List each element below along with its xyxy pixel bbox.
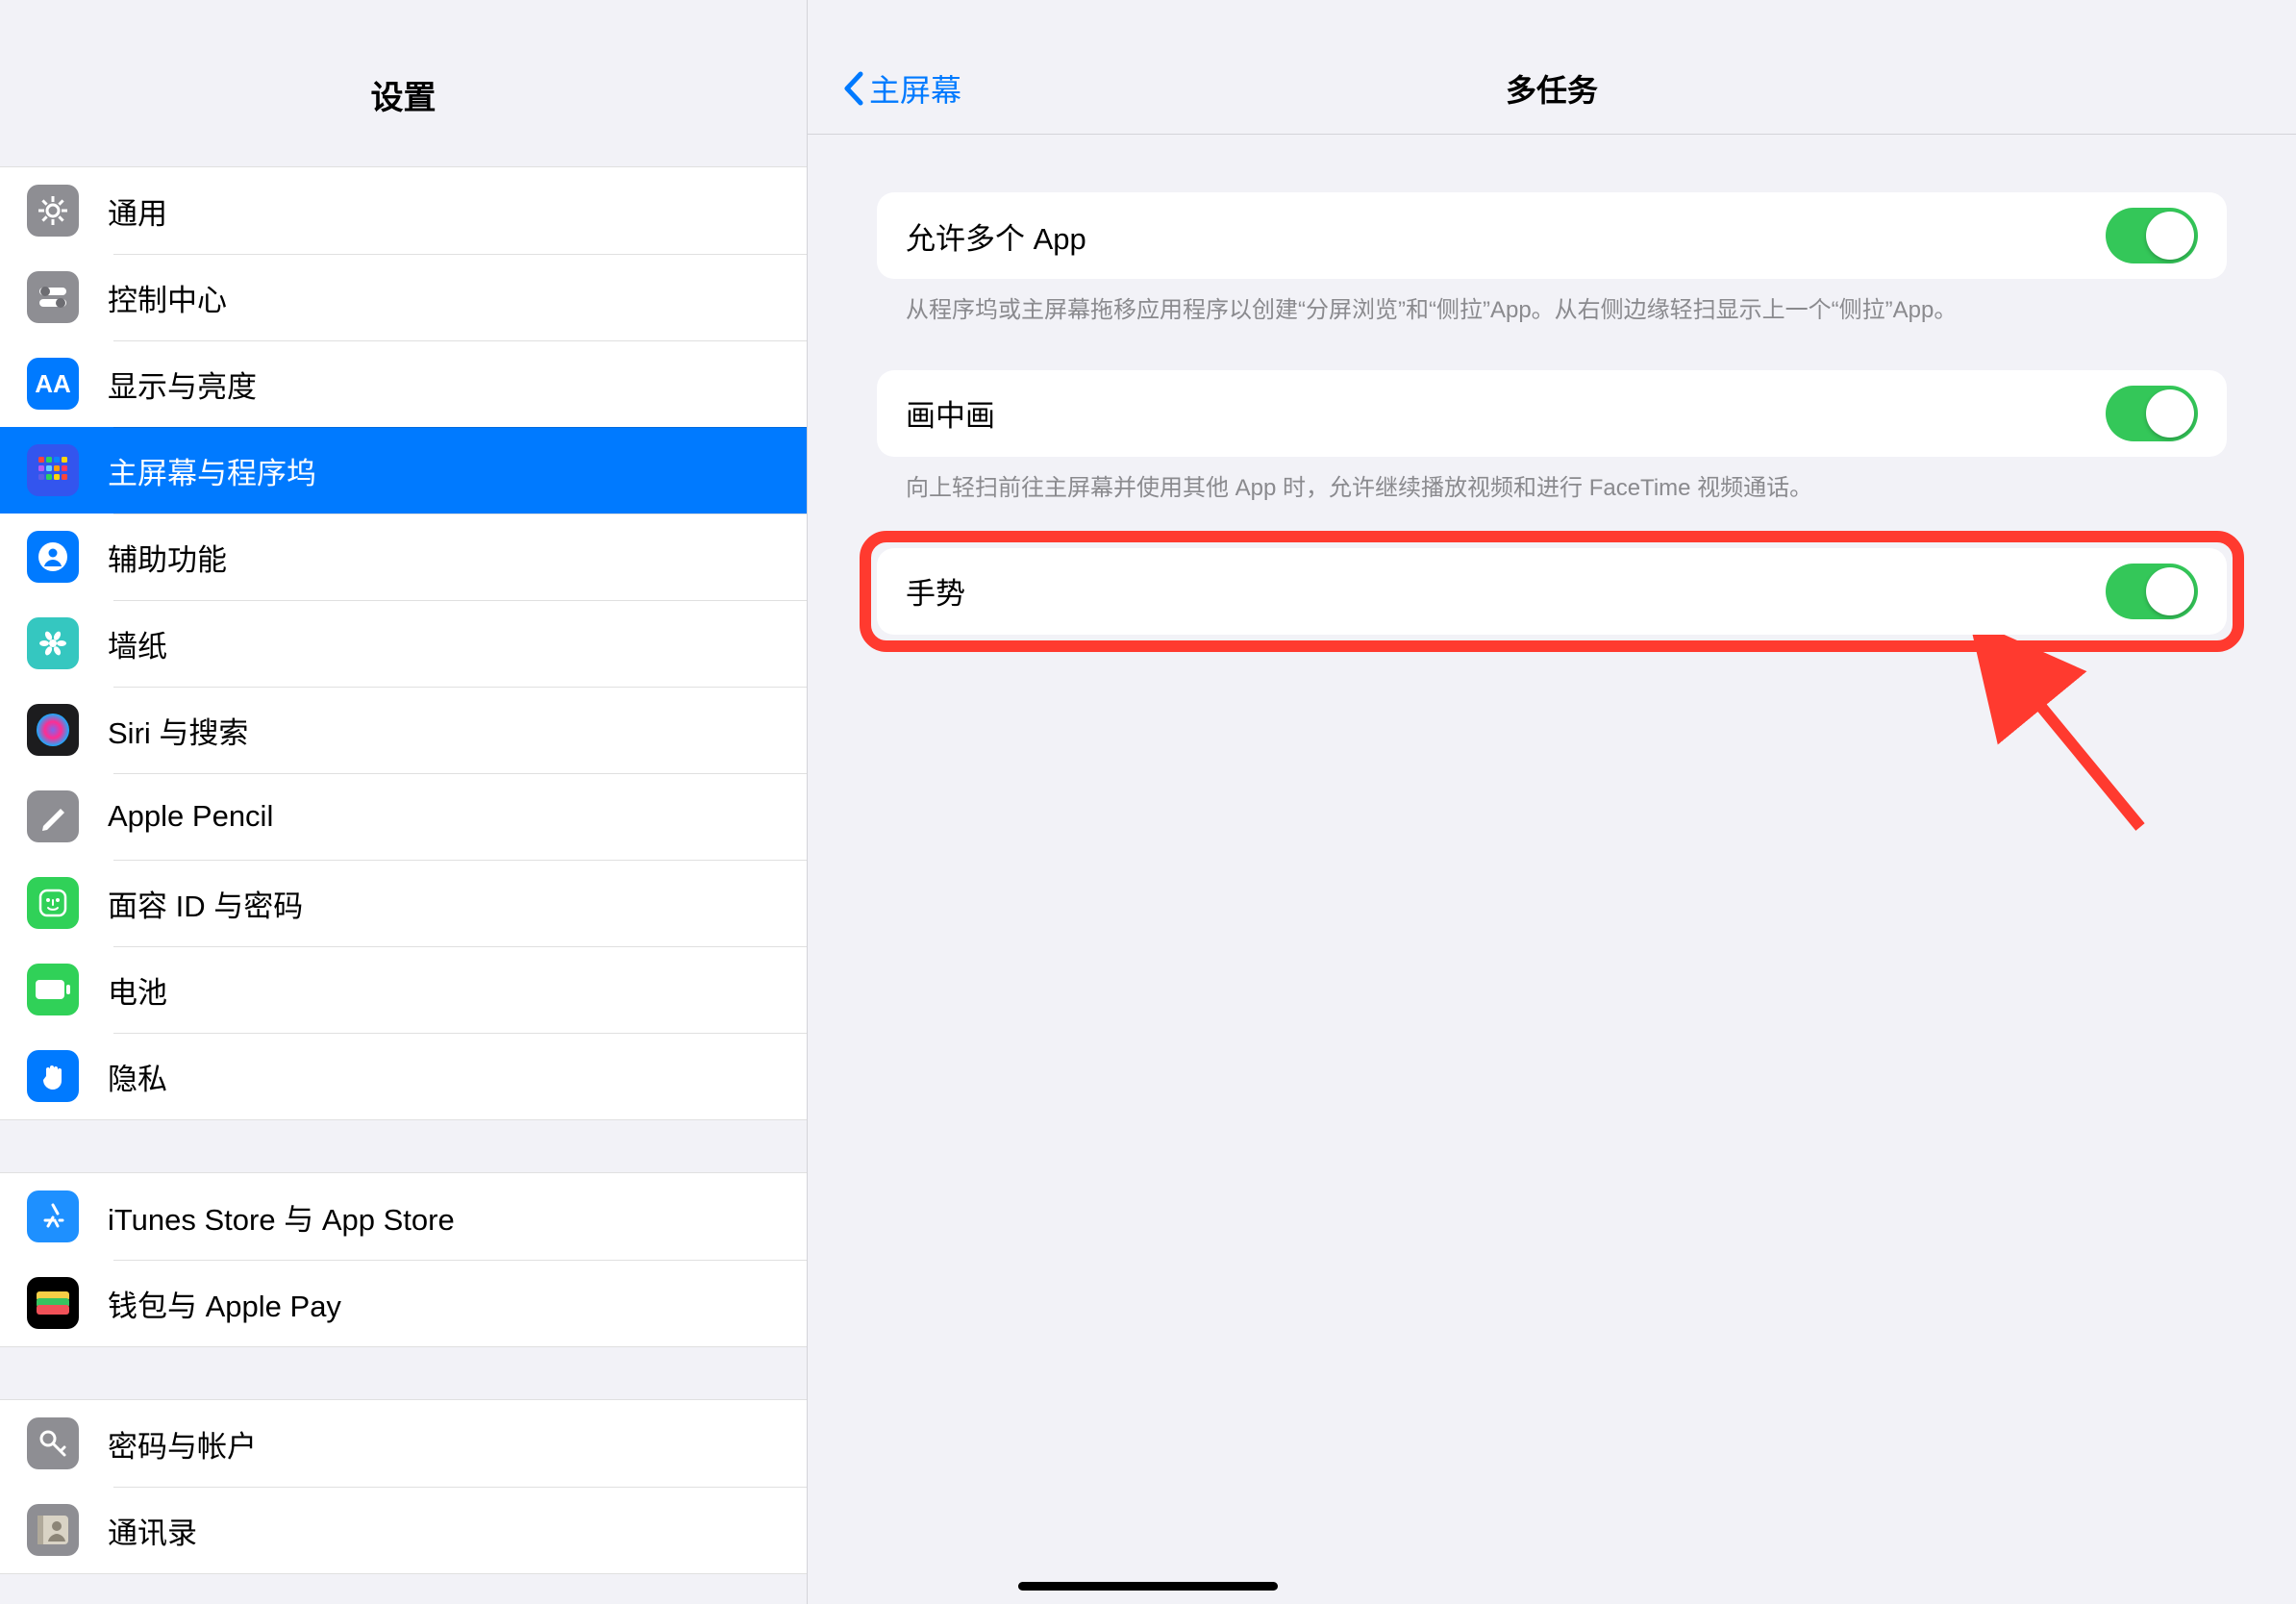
sidebar-item-label: Apple Pencil: [108, 799, 273, 834]
sidebar-item-label: 密码与帐户: [108, 1422, 257, 1466]
sidebar-item-pencil[interactable]: Apple Pencil: [0, 773, 807, 860]
privacy-icon: [27, 1050, 79, 1102]
sidebar-item-wallpaper[interactable]: 墙纸: [0, 600, 807, 687]
sidebar-item-label: 钱包与 Apple Pay: [108, 1282, 341, 1325]
sidebar-item-contacts[interactable]: 通讯录: [0, 1487, 807, 1573]
detail-header: 主屏幕 多任务: [808, 42, 2296, 135]
sidebar-item-label: 电池: [108, 968, 167, 1012]
passwords-icon: [27, 1417, 79, 1469]
sidebar-item-label: Siri 与搜索: [108, 709, 248, 752]
pencil-icon: [27, 790, 79, 842]
siri-icon: [27, 704, 79, 756]
sidebar-item-general[interactable]: 通用: [0, 167, 807, 254]
home-indicator: [1018, 1582, 1278, 1591]
detail-pane: 主屏幕 多任务 允许多个 App 从程序坞或主屏幕拖移应用程序以创建“分屏浏览”和…: [808, 0, 2296, 1604]
chevron-left-icon: [842, 71, 863, 106]
toggle-multi-app[interactable]: [2106, 208, 2198, 263]
sidebar-item-label: 通用: [108, 189, 167, 233]
setting-label: 允许多个 App: [906, 214, 1086, 258]
setting-row-gestures: 手势: [877, 548, 2227, 635]
settings-title: 设置: [0, 71, 807, 118]
battery-icon: [27, 964, 79, 1015]
sidebar-item-label: 面容 ID 与密码: [108, 882, 303, 925]
sidebar-item-faceid[interactable]: 面容 ID 与密码: [0, 860, 807, 946]
sidebar-item-itunes[interactable]: iTunes Store 与 App Store: [0, 1173, 807, 1260]
back-label: 主屏幕: [869, 66, 961, 111]
sidebar-item-passwords[interactable]: 密码与帐户: [0, 1400, 807, 1487]
wallpaper-icon: [27, 617, 79, 669]
detail-title: 多任务: [808, 66, 2296, 111]
accessibility-icon: [27, 531, 79, 583]
sidebar-item-label: 显示与亮度: [108, 363, 257, 406]
contacts-icon: [27, 1504, 79, 1556]
sidebar-item-display[interactable]: AA 显示与亮度: [0, 340, 807, 427]
setting-label: 手势: [906, 569, 965, 613]
sidebar-item-label: 控制中心: [108, 276, 227, 319]
sidebar-item-privacy[interactable]: 隐私: [0, 1033, 807, 1119]
control-center-icon: [27, 271, 79, 323]
sidebar-item-label: 辅助功能: [108, 536, 227, 579]
faceid-icon: [27, 877, 79, 929]
sidebar-item-wallet[interactable]: 钱包与 Apple Pay: [0, 1260, 807, 1346]
sidebar-item-battery[interactable]: 电池: [0, 946, 807, 1033]
general-icon: [27, 185, 79, 237]
wallet-icon: [27, 1277, 79, 1329]
setting-row-pip: 画中画: [877, 370, 2227, 457]
sidebar-item-label: 墙纸: [108, 622, 167, 665]
setting-footer: 从程序坞或主屏幕拖移应用程序以创建“分屏浏览”和“侧拉”App。从右侧边缘轻扫显…: [877, 279, 2227, 370]
toggle-pip[interactable]: [2106, 386, 2198, 441]
display-icon: AA: [27, 358, 79, 410]
sidebar-item-home-dock[interactable]: 主屏幕与程序坞: [0, 427, 807, 514]
itunes-icon: [27, 1190, 79, 1242]
sidebar-item-label: iTunes Store 与 App Store: [108, 1195, 455, 1239]
setting-row-multi-app: 允许多个 App: [877, 192, 2227, 279]
settings-sidebar: 设置 通用控制中心 AA 显示与亮度主屏幕与程序坞辅助功能墙纸 Siri 与搜索 App…: [0, 0, 808, 1604]
sidebar-item-label: 通讯录: [108, 1509, 197, 1552]
back-button[interactable]: 主屏幕: [842, 66, 961, 111]
sidebar-item-siri[interactable]: Siri 与搜索: [0, 687, 807, 773]
sidebar-item-label: 主屏幕与程序坞: [108, 449, 316, 492]
setting-footer: 向上轻扫前往主屏幕并使用其他 App 时，允许继续播放视频和进行 FaceTim…: [877, 457, 2227, 548]
home-dock-icon: [27, 444, 79, 496]
sidebar-item-control-center[interactable]: 控制中心: [0, 254, 807, 340]
setting-label: 画中画: [906, 391, 995, 435]
sidebar-item-accessibility[interactable]: 辅助功能: [0, 514, 807, 600]
sidebar-item-label: 隐私: [108, 1055, 167, 1098]
toggle-gestures[interactable]: [2106, 564, 2198, 619]
